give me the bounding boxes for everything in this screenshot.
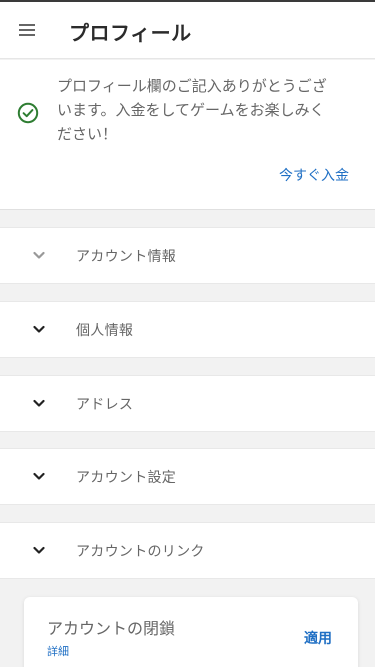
section-label: 個人情報 — [76, 323, 134, 339]
section-personal-info[interactable]: 個人情報 — [0, 301, 375, 358]
profile-completed-notice: プロフィール欄のご記入ありがとうござ います。入金をしてゲームをお楽しみく ださ… — [0, 60, 375, 210]
account-close-card: アカウントの閉鎖 詳細 適用 — [24, 597, 358, 667]
notice-message-line: プロフィール欄のご記入ありがとうござ — [57, 77, 327, 95]
account-close-title: アカウントの閉鎖 — [47, 619, 176, 638]
notice-message-line: ださい！ — [57, 125, 118, 143]
chevron-down-icon — [33, 325, 45, 333]
chevron-down-icon — [33, 399, 45, 407]
section-label: アカウント設定 — [76, 470, 177, 486]
section-label: アカウント情報 — [76, 249, 177, 265]
section-account-settings[interactable]: アカウント設定 — [0, 448, 375, 505]
chevron-down-icon — [33, 546, 45, 554]
section-label: アカウントのリンク — [76, 544, 205, 560]
deposit-now-link[interactable]: 今すぐ入金 — [279, 165, 349, 185]
account-close-apply-button[interactable]: 適用 — [304, 628, 332, 648]
chevron-down-icon — [33, 251, 45, 259]
app-header: プロフィール — [0, 2, 375, 59]
section-address[interactable]: アドレス — [0, 375, 375, 432]
hamburger-menu-icon[interactable] — [19, 21, 35, 37]
section-label: アドレス — [76, 397, 134, 413]
section-account-info[interactable]: アカウント情報 — [0, 227, 375, 284]
chevron-down-icon — [33, 472, 45, 480]
notice-message-line: います。入金をしてゲームをお楽しみく — [57, 101, 325, 119]
notice-message: プロフィール欄のご記入ありがとうござ います。入金をしてゲームをお楽しみく ださ… — [57, 74, 357, 146]
section-account-links[interactable]: アカウントのリンク — [0, 522, 375, 579]
account-close-details-link[interactable]: 詳細 — [47, 643, 69, 659]
page-title: プロフィール — [69, 21, 192, 45]
check-circle-icon — [17, 102, 39, 124]
